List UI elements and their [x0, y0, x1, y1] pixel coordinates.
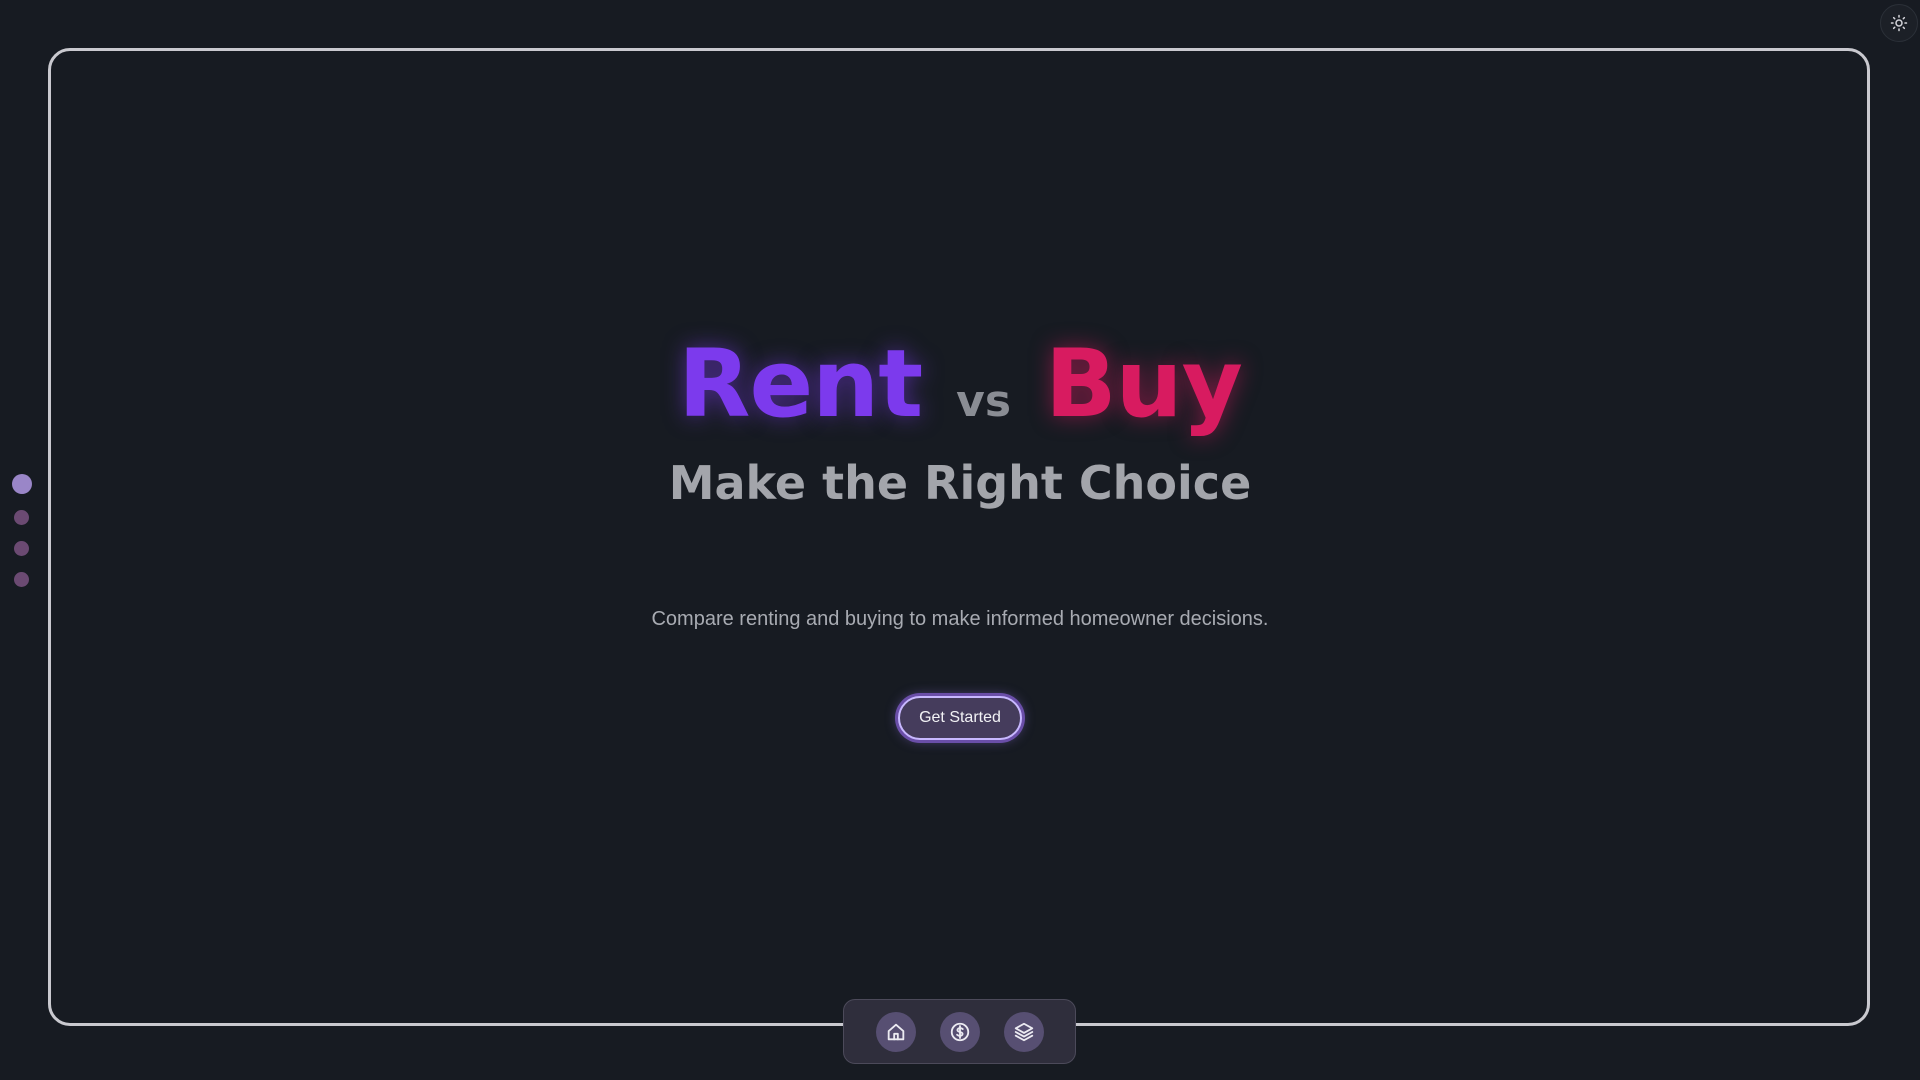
hero-section: Rent vs Buy Make the Right Choice Compar… — [0, 0, 1920, 1080]
title-buy: Buy — [1045, 330, 1243, 439]
dock-layers-button[interactable] — [1003, 1011, 1044, 1052]
section-nav — [12, 474, 32, 587]
hero-description: Compare renting and buying to make infor… — [651, 608, 1269, 630]
bottom-dock — [843, 999, 1076, 1064]
get-started-button[interactable]: Get Started — [898, 696, 1022, 740]
section-dot-4[interactable] — [14, 572, 29, 587]
dock-home-button[interactable] — [875, 1011, 916, 1052]
dollar-icon — [949, 1021, 971, 1043]
dock-finance-button[interactable] — [939, 1011, 980, 1052]
sun-icon — [1890, 14, 1908, 32]
theme-toggle-button[interactable] — [1880, 4, 1918, 42]
section-dot-1[interactable] — [12, 474, 32, 494]
hero-title: Rent vs Buy — [0, 330, 1920, 439]
home-icon — [885, 1021, 907, 1043]
hero-subtitle: Make the Right Choice — [668, 456, 1252, 510]
layers-icon — [1013, 1021, 1035, 1043]
title-vs: vs — [956, 376, 1012, 427]
title-rent: Rent — [678, 330, 923, 439]
section-dot-2[interactable] — [14, 510, 29, 525]
section-dot-3[interactable] — [14, 541, 29, 556]
